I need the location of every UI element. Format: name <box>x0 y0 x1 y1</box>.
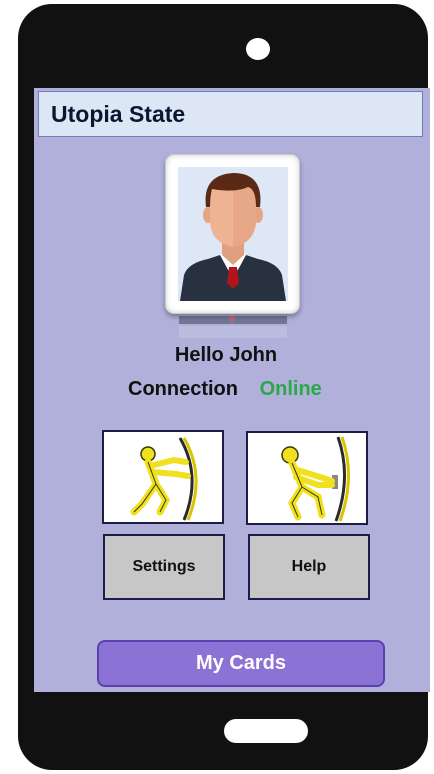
help-button[interactable]: Help <box>248 534 370 600</box>
my-cards-button[interactable]: My Cards <box>97 640 385 687</box>
title-bar: Utopia State <box>38 91 423 137</box>
help-icon-card[interactable] <box>246 431 368 525</box>
connection-row: Connection Online <box>128 378 322 401</box>
settings-button[interactable]: Settings <box>103 534 225 600</box>
connection-status: Online <box>259 378 322 400</box>
app-screen: Utopia State Hello John Connection Onlin… <box>34 88 430 692</box>
profile-photo <box>165 154 300 314</box>
person-pulling-icon <box>281 436 350 522</box>
settings-icon-card[interactable] <box>102 430 224 524</box>
avatar <box>178 167 288 301</box>
greeting: Hello John <box>174 344 278 366</box>
home-button[interactable] <box>224 719 308 743</box>
person-pushing-icon <box>130 437 198 521</box>
app-title: Utopia State <box>51 101 186 127</box>
camera-icon <box>246 38 270 60</box>
connection-label: Connection <box>128 378 238 400</box>
